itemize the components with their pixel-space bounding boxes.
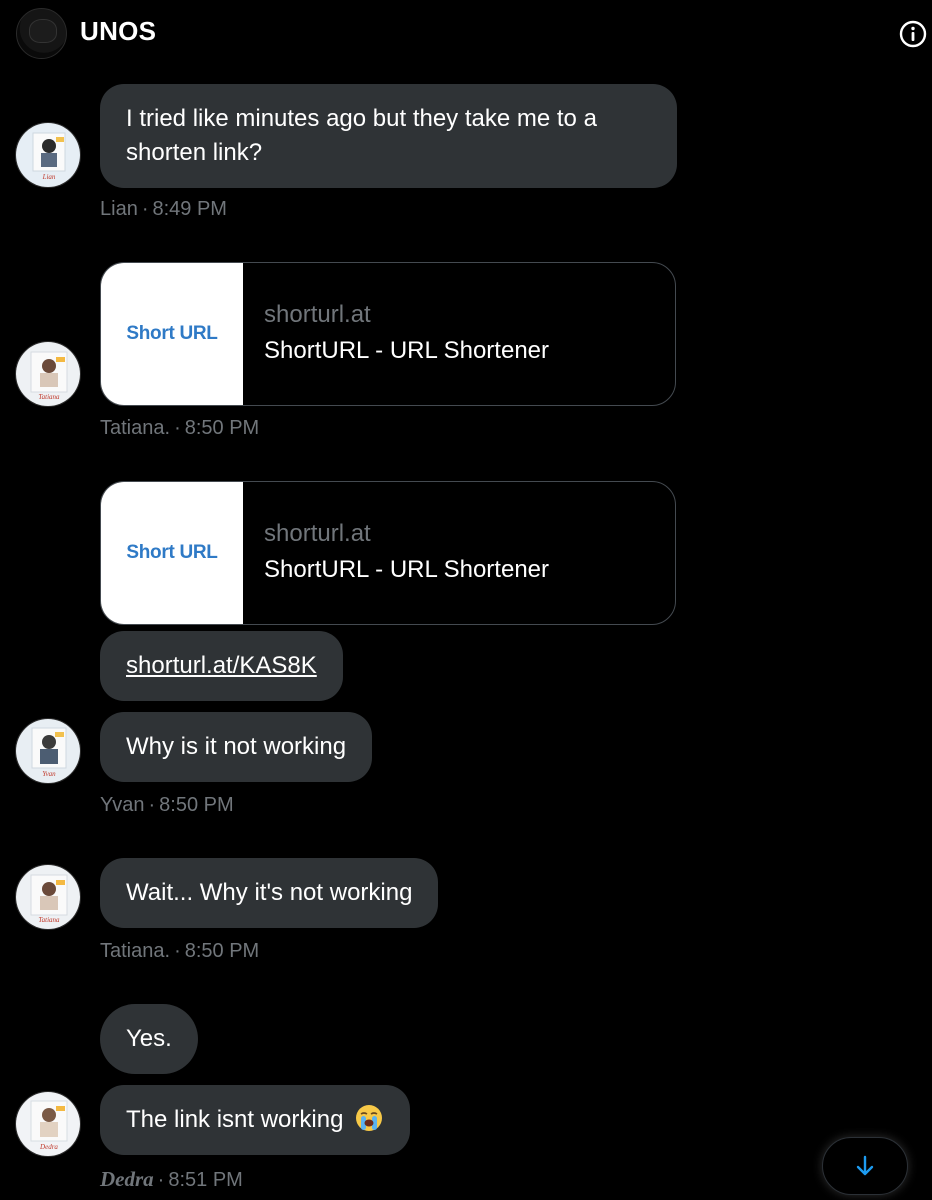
meta-separator: · (157, 1169, 165, 1191)
link-title: ShortURL - URL Shortener (264, 337, 549, 364)
meta-separator: · (148, 794, 156, 816)
avatar-tatiana[interactable]: Tatiana (15, 341, 81, 407)
link-domain: shorturl.at (264, 520, 371, 547)
svg-text:Lian: Lian (42, 173, 56, 181)
link-preview-thumbnail: Short URL (101, 263, 243, 405)
svg-text:Yvan: Yvan (42, 770, 56, 778)
message-text: The link isnt working (126, 1106, 344, 1133)
sender-name[interactable]: Tatiana. (100, 940, 170, 962)
sender-name[interactable]: Yvan (100, 794, 144, 816)
link-preview-thumbnail: Short URL (101, 482, 243, 624)
message-meta: Lian · 8:49 PM (100, 198, 227, 221)
message-meta: Dedra · 8:51 PM (100, 1167, 243, 1192)
info-circle-icon[interactable] (898, 19, 928, 49)
message-bubble[interactable]: I tried like minutes ago but they take m… (100, 84, 677, 188)
avatar-yvan[interactable]: Yvan (15, 718, 81, 784)
meta-separator: · (174, 417, 181, 439)
message-meta: Yvan · 8:50 PM (100, 794, 234, 817)
avatar-dedra[interactable]: Dedra (15, 1091, 81, 1157)
message-time: 8:51 PM (168, 1169, 243, 1191)
link-preview-card[interactable]: Short URL shorturl.at ShortURL - URL Sho… (100, 481, 676, 625)
thumbnail-logo-text: Short URL (126, 542, 218, 563)
message-time: 8:50 PM (159, 794, 234, 816)
svg-text:Tatiana: Tatiana (38, 393, 60, 401)
message-time: 8:50 PM (184, 940, 260, 962)
message-meta: Tatiana. · 8:50 PM (100, 940, 259, 963)
message-time: 8:49 PM (152, 198, 227, 220)
chat-header: UNOS (0, 0, 932, 66)
link-title: ShortURL - URL Shortener (264, 556, 549, 583)
message-bubble[interactable]: Yes. (100, 1004, 198, 1074)
link-message-bubble[interactable]: shorturl.at/KAS8K (100, 631, 343, 701)
message-meta: Tatiana. · 8:50 PM (100, 417, 259, 440)
message-time: 8:50 PM (184, 417, 260, 439)
loudly-crying-face-icon (356, 1105, 383, 1131)
scroll-to-bottom-button[interactable] (822, 1137, 908, 1195)
message-bubble[interactable]: The link isnt working (100, 1085, 411, 1155)
message-bubble[interactable]: Wait... Why it's not working (100, 858, 439, 928)
sender-name[interactable]: Tatiana. (100, 417, 170, 439)
avatar-lian[interactable]: Lian (15, 122, 81, 188)
svg-text:Tatiana: Tatiana (38, 916, 60, 924)
avatar-tatiana[interactable]: Tatiana (15, 864, 81, 930)
link-domain: shorturl.at (264, 301, 371, 328)
sender-name[interactable]: Lian (100, 198, 138, 220)
link-preview-card[interactable]: Short URL shorturl.at ShortURL - URL Sho… (100, 262, 676, 406)
svg-text:Dedra: Dedra (39, 1143, 58, 1151)
meta-separator: · (141, 198, 149, 220)
group-title[interactable]: UNOS (80, 16, 156, 47)
arrow-down-icon (856, 1155, 874, 1176)
meta-separator: · (174, 940, 181, 962)
message-bubble[interactable]: Why is it not working (100, 712, 373, 782)
group-avatar[interactable] (16, 8, 67, 59)
sender-name[interactable]: Dedra (100, 1167, 154, 1191)
thumbnail-logo-text: Short URL (126, 323, 218, 344)
